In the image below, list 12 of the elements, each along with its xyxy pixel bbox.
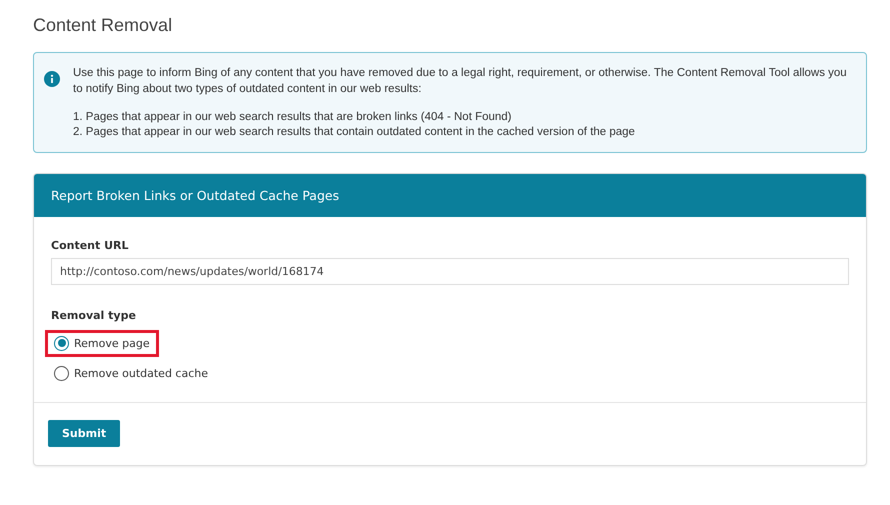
field-label: Removal type [51,309,137,322]
info-icon [44,71,60,87]
info-text: Use this page to inform Bing of any content that you have removed due to a legal right, requirement, or otherwise. The Content Removal Tool allows you to notify Bing about two types of outdated content in our web results: [73,66,848,97]
radio-option[interactable]: Remove outdated cache [45,360,218,386]
card-title: Report Broken Links or Outdated Cache Pages [51,188,340,203]
list-item: 2. Pages that appear in our web search results that contain outdated content in the cached version of the page [73,125,636,140]
page-title: Content Removal [33,15,174,37]
list-item: 1. Pages that appear in our web search results that are broken links (404 - Not Found) [73,110,513,125]
url-input[interactable]: http://contoso.com/news/updates/world/168174 [51,258,849,285]
radio-option[interactable]: Remove page [45,330,159,356]
submit-button[interactable]: Submit [48,420,120,447]
field-label: Content URL [51,239,130,252]
